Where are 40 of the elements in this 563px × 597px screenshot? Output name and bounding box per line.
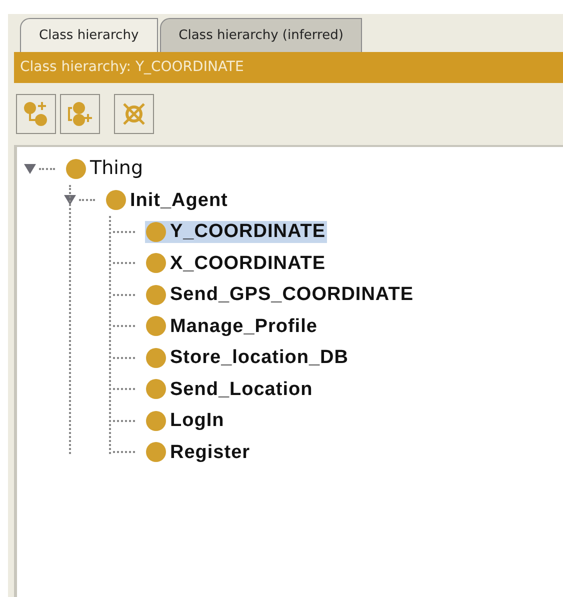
class-label: LogIn: [170, 411, 224, 430]
class-label: Thing: [90, 159, 144, 178]
class-circle-icon: [145, 284, 167, 306]
tree-item[interactable]: X_COORDINATE: [145, 252, 327, 274]
delete-class-button[interactable]: [114, 94, 154, 134]
tab[interactable]: Class hierarchy: [20, 18, 158, 52]
tree-item[interactable]: Send_Location: [145, 378, 314, 400]
class-label: Send_Location: [170, 380, 313, 399]
class-circle-icon: [105, 189, 127, 212]
class-circle-icon: [145, 315, 167, 338]
tree-item[interactable]: Register: [145, 441, 252, 464]
tree-item[interactable]: Manage_Profile: [145, 315, 318, 338]
class-label: Store_location_DB: [170, 348, 348, 368]
class-circle-icon: [145, 378, 167, 400]
class-label: Send_GPS_COORDINATE: [170, 285, 414, 304]
add-subclass-button[interactable]: [16, 94, 56, 134]
class-circle-icon: [145, 410, 167, 432]
tree-item[interactable]: Thing: [65, 158, 144, 180]
add-sibling-button[interactable]: [60, 94, 100, 134]
tree-item[interactable]: Init_Agent: [105, 189, 229, 212]
class-label: Init_Agent: [130, 190, 228, 210]
tab[interactable]: Class hierarchy (inferred): [160, 18, 362, 52]
tree-item[interactable]: Store_location_DB: [145, 346, 350, 369]
class-circle-icon: [65, 158, 87, 180]
class-circle-icon: [145, 220, 167, 243]
class-label: Register: [170, 442, 250, 462]
tree-item[interactable]: Send_GPS_COORDINATE: [145, 284, 415, 306]
add-subclass-icon: [22, 100, 50, 128]
header-title: Class hierarchy: Y_COORDINATE: [20, 58, 244, 77]
class-circle-icon: [145, 346, 167, 369]
collapse-triangle-icon[interactable]: [63, 194, 77, 206]
class-circle-icon: [145, 252, 167, 274]
collapse-triangle-icon[interactable]: [23, 162, 37, 175]
class-label: Manage_Profile: [170, 316, 318, 336]
selected-tree-item[interactable]: Y_COORDINATE: [145, 220, 327, 243]
tree-item[interactable]: LogIn: [145, 410, 226, 432]
add-sibling-icon: [66, 100, 94, 128]
class-label: X_COORDINATE: [170, 254, 326, 273]
class-circle-icon: [145, 441, 167, 464]
class-label: Y_COORDINATE: [170, 222, 326, 242]
